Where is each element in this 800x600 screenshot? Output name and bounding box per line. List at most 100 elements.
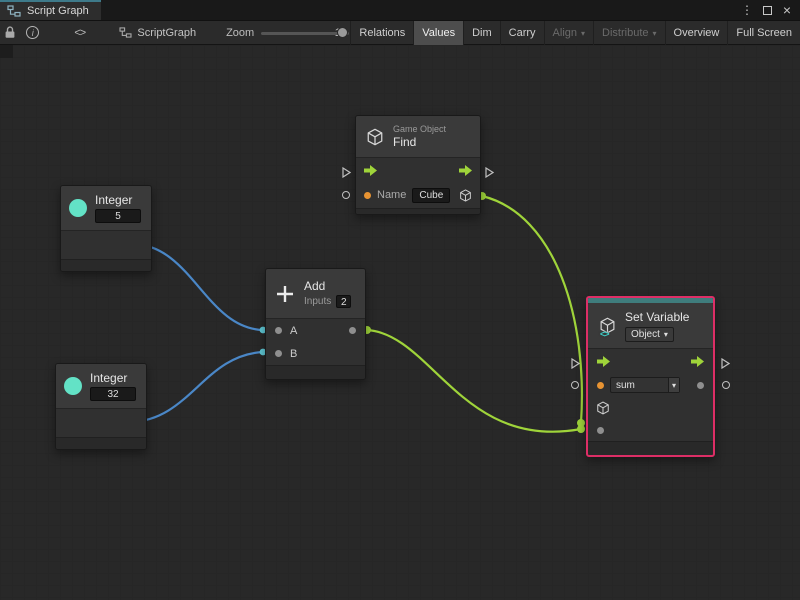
values-button[interactable]: Values: [413, 21, 463, 45]
fullscreen-button[interactable]: Full Screen: [727, 21, 800, 45]
gameobject-output-cube-icon[interactable]: [459, 189, 472, 202]
zoom-label: Zoom: [226, 27, 254, 39]
add-header-text: Add Inputs 2: [304, 279, 351, 308]
dim-button[interactable]: Dim: [463, 21, 500, 45]
node-add[interactable]: Add Inputs 2 A B: [265, 268, 366, 380]
node-title: Add: [304, 279, 351, 293]
info-icon: i: [26, 26, 39, 39]
node-title: Integer: [90, 371, 136, 385]
node-integer-32[interactable]: Integer 32: [55, 363, 147, 450]
distribute-button[interactable]: Distribute ▾: [593, 21, 664, 45]
maximize-icon: [763, 6, 772, 15]
window-menu-button[interactable]: ⋮: [739, 2, 755, 18]
name-input-field[interactable]: Cube: [412, 188, 450, 203]
dim-label: Dim: [472, 27, 492, 39]
chevron-down-icon: ▾: [581, 30, 585, 38]
addB-input-dot[interactable]: [275, 350, 282, 357]
object-input-cube-icon[interactable]: [596, 401, 610, 415]
align-button[interactable]: Align ▾: [544, 21, 593, 45]
variable-name-dropdown[interactable]: sum ▾: [610, 377, 680, 393]
name-port-label: Name: [377, 189, 406, 201]
find-header-text: Game Object Find: [393, 124, 446, 149]
name-input-port[interactable]: [364, 192, 371, 199]
close-button[interactable]: ×: [779, 2, 795, 18]
align-label: Align: [553, 27, 577, 39]
breadcrumb-label: ScriptGraph: [137, 27, 196, 39]
variable-scope-dropdown[interactable]: Object ▾: [625, 327, 674, 342]
chevron-down-icon: ▾: [664, 331, 668, 339]
code-icon: <>: [74, 27, 85, 39]
lock-button[interactable]: [2, 21, 17, 45]
lock-icon: [4, 26, 16, 39]
target-input-port[interactable]: [342, 191, 350, 199]
chevron-down-icon: ▾: [653, 30, 657, 38]
integer-header-text: Integer 32: [90, 371, 136, 401]
graph-toolbar: i <> ScriptGraph Zoom 1x Relations Value…: [0, 21, 800, 45]
scope-value: Object: [631, 329, 660, 340]
name-ext-port[interactable]: [571, 381, 579, 389]
panel-corner-toggle[interactable]: [0, 45, 13, 58]
graph-icon: [119, 27, 132, 38]
addA-input-dot[interactable]: [275, 327, 282, 334]
flow-in-port[interactable]: [342, 165, 351, 183]
chevron-down-icon: ▾: [672, 382, 676, 390]
values-label: Values: [422, 27, 455, 39]
zoom-slider[interactable]: [261, 21, 328, 45]
variable-output-dot[interactable]: [697, 382, 704, 389]
script-graph-icon: [7, 5, 21, 17]
window-controls: ⋮ ×: [739, 0, 800, 20]
maximize-button[interactable]: [759, 2, 775, 18]
integer-value-field[interactable]: 32: [90, 387, 136, 401]
variable-name-value: sum: [616, 380, 635, 391]
overview-button[interactable]: Overview: [665, 21, 728, 45]
cube-icon: [366, 128, 384, 146]
unity-visual-scripting-window: Script Graph ⋮ × i <> Scrip: [0, 0, 800, 600]
zoom-slider-track[interactable]: [261, 32, 349, 35]
carry-label: Carry: [509, 27, 536, 39]
flow-out-port[interactable]: [485, 165, 494, 183]
node-title: Integer: [95, 193, 141, 207]
plus-icon: [274, 283, 296, 305]
flow-in-arrow-icon[interactable]: [364, 165, 377, 176]
integer-value-field[interactable]: 5: [95, 209, 141, 223]
flow-out-arrow-icon[interactable]: [459, 165, 472, 176]
integer-icon: [64, 377, 82, 395]
relations-button[interactable]: Relations: [350, 21, 413, 45]
integer-icon: [69, 199, 87, 217]
addA-label: A: [290, 325, 297, 337]
relations-label: Relations: [359, 27, 405, 39]
zoom-slider-handle[interactable]: [337, 27, 348, 38]
node-category: Game Object: [393, 124, 446, 134]
variable-angle-icon: <>: [600, 329, 609, 339]
value-input-dot[interactable]: [597, 427, 604, 434]
variable-name-port[interactable]: [597, 382, 604, 389]
code-view-button[interactable]: <>: [72, 21, 87, 45]
overview-label: Overview: [674, 27, 720, 39]
toolbar-button-group: Relations Values Dim Carry Align ▾ Distri…: [350, 21, 800, 45]
node-set-variable[interactable]: <> Set Variable Object ▾: [586, 296, 715, 457]
flow-out-port[interactable]: [721, 356, 730, 374]
node-title: Find: [393, 135, 446, 149]
fullscreen-label: Full Screen: [736, 27, 792, 39]
output-ext-port[interactable]: [722, 381, 730, 389]
add-sum-output-dot[interactable]: [349, 327, 356, 334]
window-titlebar: Script Graph ⋮ ×: [0, 0, 800, 21]
flow-in-port[interactable]: [571, 356, 580, 374]
inputs-count-field[interactable]: 2: [336, 295, 351, 308]
flow-in-arrow-icon[interactable]: [597, 356, 610, 367]
integer-header-text: Integer 5: [95, 193, 141, 223]
node-game-object-find[interactable]: Game Object Find Name Cube: [355, 115, 481, 215]
flow-out-arrow-icon[interactable]: [691, 356, 704, 367]
breadcrumb[interactable]: ScriptGraph: [119, 27, 196, 39]
node-integer-5[interactable]: Integer 5: [60, 185, 152, 272]
addB-label: B: [290, 348, 297, 360]
tab-title: Script Graph: [27, 5, 89, 17]
set-variable-header-text: Set Variable Object ▾: [625, 310, 689, 342]
info-button[interactable]: i: [25, 21, 40, 45]
set-variable-icon: <>: [597, 316, 617, 336]
tab-script-graph[interactable]: Script Graph: [0, 0, 101, 20]
distribute-label: Distribute: [602, 27, 648, 39]
inputs-label: Inputs: [304, 296, 331, 307]
node-title: Set Variable: [625, 310, 689, 324]
carry-button[interactable]: Carry: [500, 21, 544, 45]
